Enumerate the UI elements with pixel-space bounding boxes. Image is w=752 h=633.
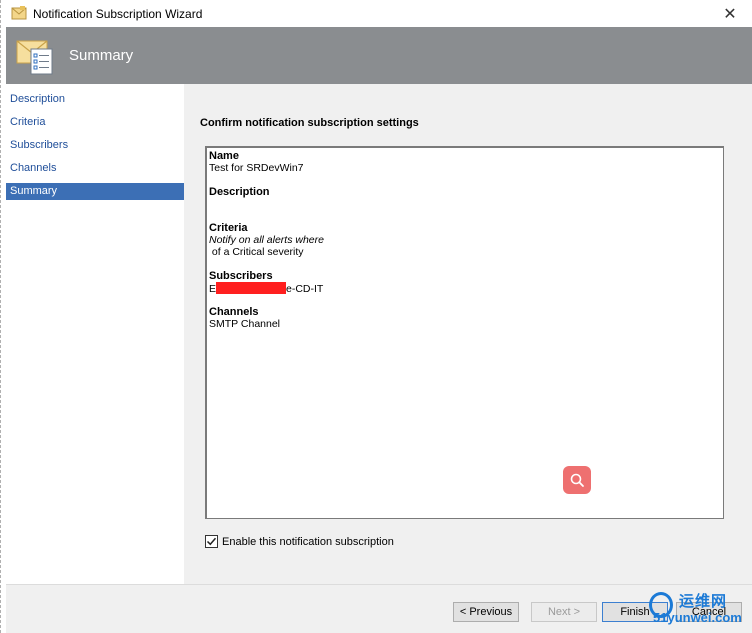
- subscribers-value: Ee-CD-IT: [209, 282, 323, 295]
- criteria-label: Criteria: [209, 222, 248, 234]
- subscriber-prefix: E: [209, 283, 217, 295]
- criteria-line-1: Notify on all alerts where: [209, 234, 324, 246]
- redaction-bar: [216, 282, 287, 294]
- wizard-content: Confirm notification subscription settin…: [184, 84, 752, 584]
- nav-item-criteria[interactable]: Criteria: [6, 114, 184, 131]
- page-title: Summary: [69, 47, 134, 64]
- wizard-nav: Description Criteria Subscribers Channel…: [6, 84, 184, 584]
- title-bar: Notification Subscription Wizard ✕: [1, 0, 752, 27]
- summary-name-block: Name Test for SRDevWin7: [209, 150, 304, 174]
- checkmark-icon: [206, 537, 217, 546]
- name-label: Name: [209, 150, 239, 162]
- wizard-footer: < Previous Next > Finish Cancel: [6, 584, 752, 633]
- window-title: Notification Subscription Wizard: [33, 7, 203, 21]
- wizard-header: Summary: [6, 27, 752, 84]
- wizard-window: Notification Subscription Wizard ✕ Summa…: [0, 0, 752, 633]
- summary-textbox[interactable]: Name Test for SRDevWin7 Description Crit…: [205, 146, 724, 519]
- section-heading: Confirm notification subscription settin…: [200, 117, 419, 129]
- nav-item-summary[interactable]: Summary: [6, 183, 184, 200]
- subscriber-suffix: e-CD-IT: [286, 283, 324, 295]
- enable-subscription-row: Enable this notification subscription: [205, 535, 394, 548]
- summary-description-block: Description: [209, 186, 270, 198]
- summary-subscribers-block: Subscribers Ee-CD-IT: [209, 270, 323, 295]
- watermark-en-text: 51yunwei.com: [653, 610, 742, 625]
- summary-criteria-block: Criteria Notify on all alerts where of a…: [209, 222, 324, 258]
- close-icon[interactable]: ✕: [707, 0, 752, 27]
- nav-item-description[interactable]: Description: [6, 91, 184, 108]
- enable-subscription-label[interactable]: Enable this notification subscription: [222, 536, 394, 548]
- site-watermark: 运维网 51yunwei.com: [649, 588, 752, 633]
- envelope-checklist-icon: [16, 36, 56, 76]
- channels-label: Channels: [209, 306, 259, 318]
- criteria-line-2: of a Critical severity: [209, 246, 304, 258]
- name-value: Test for SRDevWin7: [209, 162, 304, 174]
- description-label: Description: [209, 186, 270, 198]
- watermark-cn-text: 运维网: [679, 593, 728, 610]
- wizard-app-icon: [11, 6, 27, 20]
- summary-channels-block: Channels SMTP Channel: [209, 306, 280, 330]
- search-icon[interactable]: [563, 466, 591, 494]
- next-button[interactable]: Next >: [531, 602, 597, 622]
- nav-item-subscribers[interactable]: Subscribers: [6, 137, 184, 154]
- previous-button[interactable]: < Previous: [453, 602, 519, 622]
- nav-item-channels[interactable]: Channels: [6, 160, 184, 177]
- channels-value: SMTP Channel: [209, 318, 281, 330]
- subscribers-label: Subscribers: [209, 270, 273, 282]
- enable-subscription-checkbox[interactable]: [205, 535, 218, 548]
